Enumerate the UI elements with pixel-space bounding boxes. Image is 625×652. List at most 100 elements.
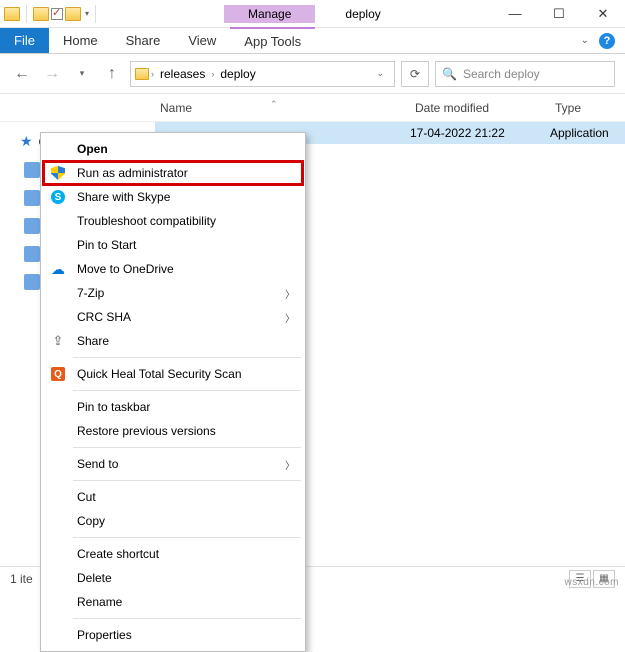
address-bar[interactable]: › releases › deploy ⌄ bbox=[130, 61, 395, 87]
ctx-rename[interactable]: Rename bbox=[43, 590, 303, 614]
ctx-label: Quick Heal Total Security Scan bbox=[77, 367, 295, 381]
ribbon-tabs: File Home Share View App Tools ⌄ ? bbox=[0, 28, 625, 54]
ctx-send-to[interactable]: Send to 〉 bbox=[43, 452, 303, 476]
help-icon[interactable]: ? bbox=[599, 33, 615, 49]
onedrive-icon: ☁ bbox=[49, 260, 67, 278]
file-tab[interactable]: File bbox=[0, 28, 49, 53]
drive-icon bbox=[24, 162, 40, 178]
blank-icon bbox=[49, 512, 67, 530]
ctx-label: Move to OneDrive bbox=[77, 262, 295, 276]
blank-icon bbox=[49, 236, 67, 254]
chevron-right-icon[interactable]: › bbox=[151, 69, 154, 79]
ctx-delete[interactable]: Delete bbox=[43, 566, 303, 590]
chevron-right-icon[interactable]: › bbox=[211, 69, 214, 79]
breadcrumb[interactable]: releases bbox=[156, 67, 209, 81]
back-button[interactable]: ← bbox=[10, 62, 34, 86]
blank-icon bbox=[49, 140, 67, 158]
address-dropdown-icon[interactable]: ⌄ bbox=[370, 68, 390, 79]
ctx-label: Create shortcut bbox=[77, 547, 295, 561]
ctx-cut[interactable]: Cut bbox=[43, 485, 303, 509]
forward-button[interactable]: → bbox=[40, 62, 64, 86]
ctx-crc-sha[interactable]: CRC SHA 〉 bbox=[43, 305, 303, 329]
ctx-label: Pin to Start bbox=[77, 238, 295, 252]
ribbon-collapse-icon[interactable]: ⌄ bbox=[581, 35, 589, 46]
tab-view[interactable]: View bbox=[174, 28, 230, 53]
tab-app-tools[interactable]: App Tools bbox=[230, 27, 315, 53]
ctx-open[interactable]: Open bbox=[43, 137, 303, 161]
ctx-share[interactable]: ⇪ Share bbox=[43, 329, 303, 353]
tab-home[interactable]: Home bbox=[49, 28, 112, 53]
sort-asc-icon: ⌃ bbox=[270, 99, 278, 110]
tab-share[interactable]: Share bbox=[112, 28, 175, 53]
watermark: wsxdn.com bbox=[564, 577, 619, 588]
navigation-toolbar: ← → ▾ ↑ › releases › deploy ⌄ ⟳ 🔍 Search… bbox=[0, 54, 625, 94]
drive-icon bbox=[24, 274, 40, 290]
separator bbox=[73, 357, 301, 358]
ctx-label: Copy bbox=[77, 514, 295, 528]
ctx-move-onedrive[interactable]: ☁ Move to OneDrive bbox=[43, 257, 303, 281]
close-button[interactable]: ✕ bbox=[581, 0, 625, 28]
properties-checkbox-icon[interactable] bbox=[51, 8, 63, 20]
blank-icon bbox=[49, 284, 67, 302]
ctx-quickheal[interactable]: Q Quick Heal Total Security Scan bbox=[43, 362, 303, 386]
separator bbox=[26, 5, 27, 23]
ctx-troubleshoot[interactable]: Troubleshoot compatibility bbox=[43, 209, 303, 233]
title-bar: ▾ Manage deploy — ☐ ✕ bbox=[0, 0, 625, 28]
ctx-properties[interactable]: Properties bbox=[43, 623, 303, 647]
ctx-label: Share bbox=[77, 334, 295, 348]
submenu-arrow-icon: 〉 bbox=[285, 286, 295, 301]
blank-icon bbox=[49, 308, 67, 326]
ctx-label: CRC SHA bbox=[77, 310, 275, 324]
blank-icon bbox=[49, 626, 67, 644]
ctx-pin-start[interactable]: Pin to Start bbox=[43, 233, 303, 257]
up-button[interactable]: ↑ bbox=[100, 62, 124, 86]
separator bbox=[95, 5, 96, 23]
maximize-button[interactable]: ☐ bbox=[537, 0, 581, 28]
ctx-label: Send to bbox=[77, 457, 275, 471]
blank-icon bbox=[49, 455, 67, 473]
search-input[interactable]: 🔍 Search deploy bbox=[435, 61, 615, 87]
separator bbox=[73, 447, 301, 448]
drive-icon bbox=[24, 246, 40, 262]
ctx-label: Rename bbox=[77, 595, 295, 609]
ctx-share-skype[interactable]: S Share with Skype bbox=[43, 185, 303, 209]
recent-locations-icon[interactable]: ▾ bbox=[70, 62, 94, 86]
breadcrumb[interactable]: deploy bbox=[216, 67, 259, 81]
blank-icon bbox=[49, 545, 67, 563]
blank-icon bbox=[49, 212, 67, 230]
ctx-restore-versions[interactable]: Restore previous versions bbox=[43, 419, 303, 443]
blank-icon bbox=[49, 593, 67, 611]
qat-dropdown-icon[interactable]: ▾ bbox=[85, 9, 89, 18]
ctx-create-shortcut[interactable]: Create shortcut bbox=[43, 542, 303, 566]
folder-icon[interactable] bbox=[33, 7, 49, 21]
column-type[interactable]: Type bbox=[555, 101, 581, 115]
column-name[interactable]: Name ⌃ bbox=[160, 101, 415, 115]
status-text: 1 ite bbox=[10, 572, 33, 586]
ctx-label: Run as administrator bbox=[77, 166, 295, 180]
refresh-button[interactable]: ⟳ bbox=[401, 61, 429, 87]
ctx-label: Properties bbox=[77, 628, 295, 642]
star-icon: ★ bbox=[20, 133, 33, 150]
window-title: deploy bbox=[345, 7, 380, 21]
ctx-label: Open bbox=[77, 142, 295, 156]
ctx-7zip[interactable]: 7-Zip 〉 bbox=[43, 281, 303, 305]
quickheal-icon: Q bbox=[49, 365, 67, 383]
ctx-copy[interactable]: Copy bbox=[43, 509, 303, 533]
file-type-cell: Application bbox=[550, 126, 609, 140]
minimize-button[interactable]: — bbox=[493, 0, 537, 28]
ctx-pin-taskbar[interactable]: Pin to taskbar bbox=[43, 395, 303, 419]
ctx-label: Delete bbox=[77, 571, 295, 585]
quick-access-toolbar: ▾ bbox=[0, 5, 104, 23]
folder-icon[interactable] bbox=[65, 7, 81, 21]
search-icon: 🔍 bbox=[442, 67, 457, 81]
ctx-run-as-administrator[interactable]: Run as administrator bbox=[43, 161, 303, 185]
skype-icon: S bbox=[49, 188, 67, 206]
blank-icon bbox=[49, 398, 67, 416]
shield-icon bbox=[49, 164, 67, 182]
file-date-cell: 17-04-2022 21:22 bbox=[410, 126, 550, 140]
column-date[interactable]: Date modified bbox=[415, 101, 555, 115]
share-icon: ⇪ bbox=[49, 332, 67, 350]
separator bbox=[73, 480, 301, 481]
blank-icon bbox=[49, 422, 67, 440]
drive-icon bbox=[24, 190, 40, 206]
